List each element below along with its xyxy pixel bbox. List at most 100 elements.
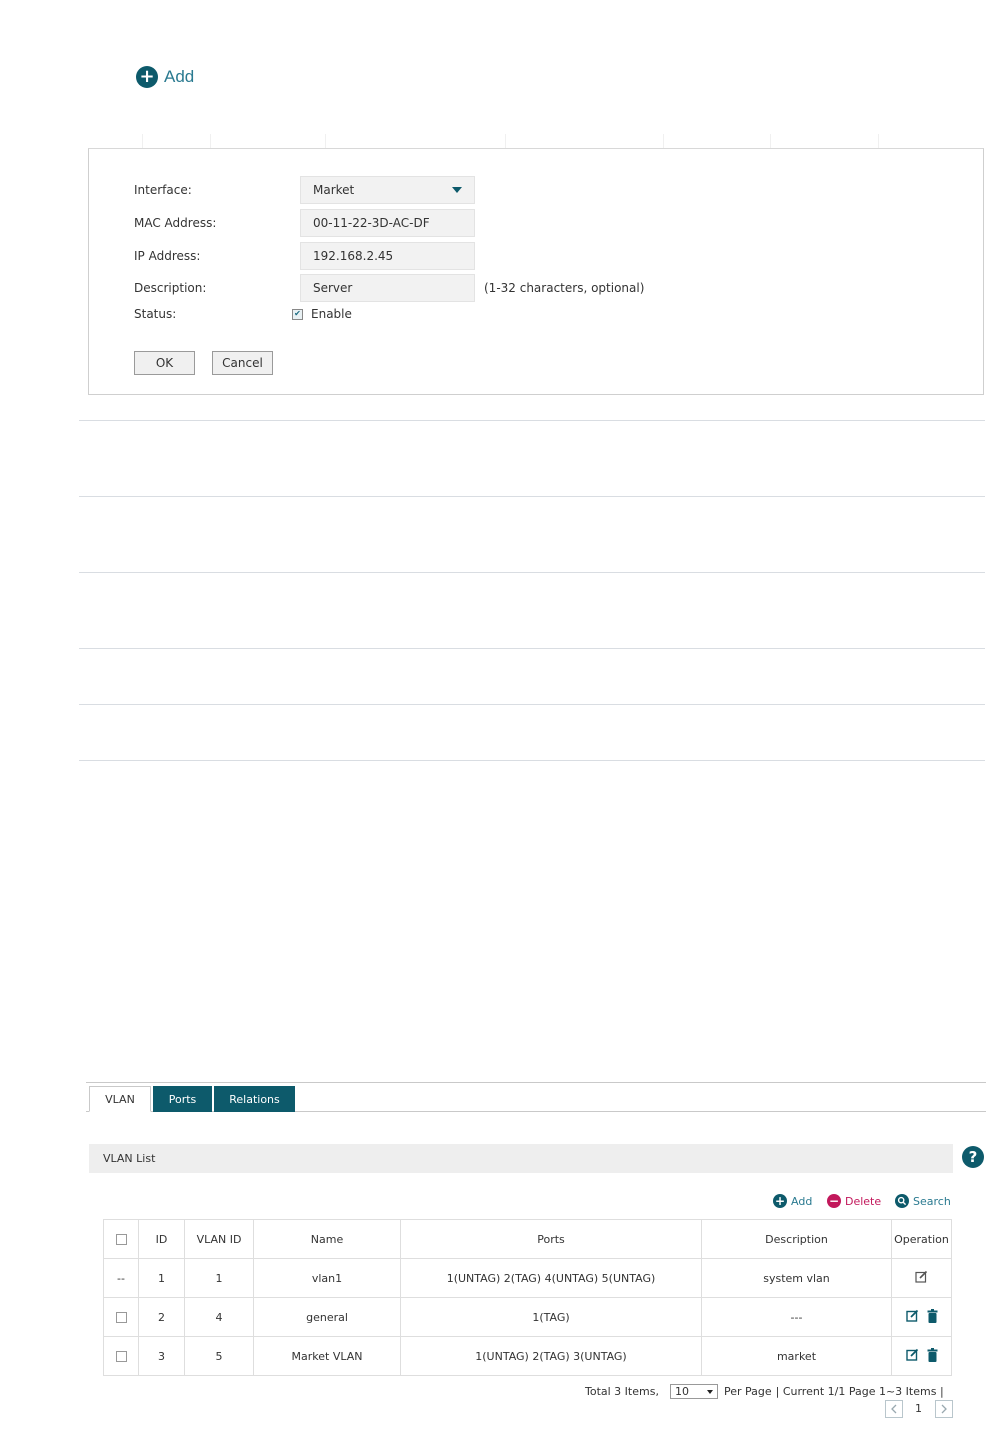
tab-relations[interactable]: Relations <box>214 1086 295 1112</box>
interface-label: Interface: <box>134 183 192 197</box>
column-divider <box>770 134 771 148</box>
per-page-select[interactable]: 10 <box>669 1384 718 1399</box>
status-label: Status: <box>134 307 177 321</box>
plus-circle-icon: + <box>773 1194 787 1208</box>
row-divider <box>79 496 985 497</box>
column-header: Ports <box>400 1219 702 1259</box>
name-cell: Market VLAN <box>253 1336 401 1376</box>
mac-label: MAC Address: <box>134 216 217 230</box>
vlan-table: ID VLAN ID Name Ports Description Operat… <box>103 1219 952 1376</box>
enable-checkbox[interactable]: ✔ <box>292 308 303 320</box>
edit-icon[interactable] <box>905 1348 919 1361</box>
description-cell: market <box>701 1336 892 1376</box>
per-page-label: Per Page <box>723 1385 772 1398</box>
column-divider <box>325 134 326 148</box>
interface-row: Interface: Market <box>134 176 475 204</box>
row-divider <box>79 704 985 705</box>
vlan-id-cell: 1 <box>184 1258 254 1298</box>
column-header: VLAN ID <box>184 1219 254 1259</box>
interface-value: Market <box>313 183 355 197</box>
prev-page-button[interactable] <box>885 1400 903 1418</box>
help-icon[interactable]: ? <box>962 1146 984 1168</box>
column-divider <box>142 134 143 148</box>
description-input[interactable]: Server <box>300 274 475 302</box>
mac-address-input[interactable]: 00-11-22-3D-AC-DF <box>300 209 475 237</box>
plus-circle-icon: + <box>136 66 158 88</box>
id-cell: 3 <box>138 1336 185 1376</box>
operation-cell <box>891 1336 952 1376</box>
ip-row: IP Address: 192.168.2.45 <box>134 242 475 270</box>
operation-cell <box>891 1258 952 1298</box>
per-page-value: 10 <box>674 1385 689 1398</box>
edit-icon[interactable] <box>905 1309 919 1322</box>
row-divider <box>79 420 985 421</box>
edit-icon[interactable] <box>915 1270 928 1283</box>
caret-down-icon <box>452 187 462 193</box>
row-select-cell <box>103 1336 139 1376</box>
name-cell: general <box>253 1297 401 1337</box>
trash-icon[interactable] <box>927 1308 938 1323</box>
ok-button[interactable]: OK <box>134 351 195 375</box>
mac-value: 00-11-22-3D-AC-DF <box>313 216 430 230</box>
interface-select[interactable]: Market <box>300 176 475 204</box>
row-checkbox[interactable] <box>115 1312 127 1323</box>
ports-cell: 1(TAG) <box>400 1297 702 1337</box>
description-label: Description: <box>134 281 207 295</box>
table-row: 3 5 Market VLAN 1(UNTAG) 2(TAG) 3(UNTAG)… <box>103 1336 952 1376</box>
tab-vlan[interactable]: VLAN <box>89 1086 151 1112</box>
table-row: 2 4 general 1(TAG) --- <box>103 1297 952 1337</box>
row-checkbox[interactable] <box>115 1351 127 1362</box>
vlan-list-header: VLAN List <box>89 1144 953 1173</box>
column-header: Name <box>253 1219 401 1259</box>
add-entry-button[interactable]: + Add <box>136 66 194 88</box>
vlan-add-button[interactable]: + Add <box>773 1194 812 1208</box>
pagination-bar: Total 3 Items, 10 Per Page | Current 1/1… <box>585 1384 944 1399</box>
row-divider <box>79 648 985 649</box>
ip-address-input[interactable]: 192.168.2.45 <box>300 242 475 270</box>
trash-icon[interactable] <box>927 1347 938 1362</box>
chevron-left-icon <box>891 1404 897 1414</box>
cancel-button[interactable]: Cancel <box>212 351 273 375</box>
vlan-list-title: VLAN List <box>103 1152 156 1165</box>
current-page-text: | Current 1/1 Page 1~3 Items | <box>775 1385 944 1398</box>
vlan-search-label: Search <box>913 1194 951 1208</box>
next-page-button[interactable] <box>935 1400 953 1418</box>
column-header: Operation <box>891 1219 952 1259</box>
row-select-cell: -- <box>103 1258 139 1298</box>
select-all-cell <box>103 1219 139 1259</box>
caret-down-icon <box>706 1389 713 1394</box>
mac-row: MAC Address: 00-11-22-3D-AC-DF <box>134 209 475 237</box>
vlan-search-button[interactable]: Search <box>895 1194 951 1208</box>
id-cell: 1 <box>138 1258 185 1298</box>
add-form-panel: Interface: Market MAC Address: 00-11-22-… <box>88 148 984 395</box>
minus-circle-icon: − <box>827 1194 841 1208</box>
ip-value: 192.168.2.45 <box>313 249 394 263</box>
total-items-text: Total 3 Items, <box>585 1385 659 1398</box>
status-row: Status: ✔ Enable <box>134 307 352 321</box>
column-divider <box>505 134 506 148</box>
table-header-row: ID VLAN ID Name Ports Description Operat… <box>103 1219 952 1259</box>
description-cell: system vlan <box>701 1258 892 1298</box>
name-cell: vlan1 <box>253 1258 401 1298</box>
vlan-id-cell: 5 <box>184 1336 254 1376</box>
column-divider <box>878 134 879 148</box>
vlan-delete-label: Delete <box>845 1194 882 1208</box>
ports-cell: 1(UNTAG) 2(TAG) 3(UNTAG) <box>400 1336 702 1376</box>
select-all-checkbox[interactable] <box>115 1234 127 1245</box>
vlan-add-label: Add <box>791 1194 813 1208</box>
row-divider <box>79 572 985 573</box>
add-label: Add <box>164 67 195 86</box>
chevron-right-icon <box>941 1404 947 1414</box>
operation-cell <box>891 1297 952 1337</box>
tab-ports[interactable]: Ports <box>153 1086 212 1112</box>
description-row: Description: Server (1-32 characters, op… <box>134 274 644 302</box>
vlan-delete-button[interactable]: − Delete <box>827 1194 881 1208</box>
vlan-id-cell: 4 <box>184 1297 254 1337</box>
column-header: Description <box>701 1219 892 1259</box>
table-row: -- 1 1 vlan1 1(UNTAG) 2(TAG) 4(UNTAG) 5(… <box>103 1258 952 1298</box>
page-number[interactable]: 1 <box>915 1402 922 1415</box>
ports-cell: 1(UNTAG) 2(TAG) 4(UNTAG) 5(UNTAG) <box>400 1258 702 1298</box>
description-hint: (1-32 characters, optional) <box>484 281 645 295</box>
column-divider <box>210 134 211 148</box>
enable-label: Enable <box>311 307 352 321</box>
